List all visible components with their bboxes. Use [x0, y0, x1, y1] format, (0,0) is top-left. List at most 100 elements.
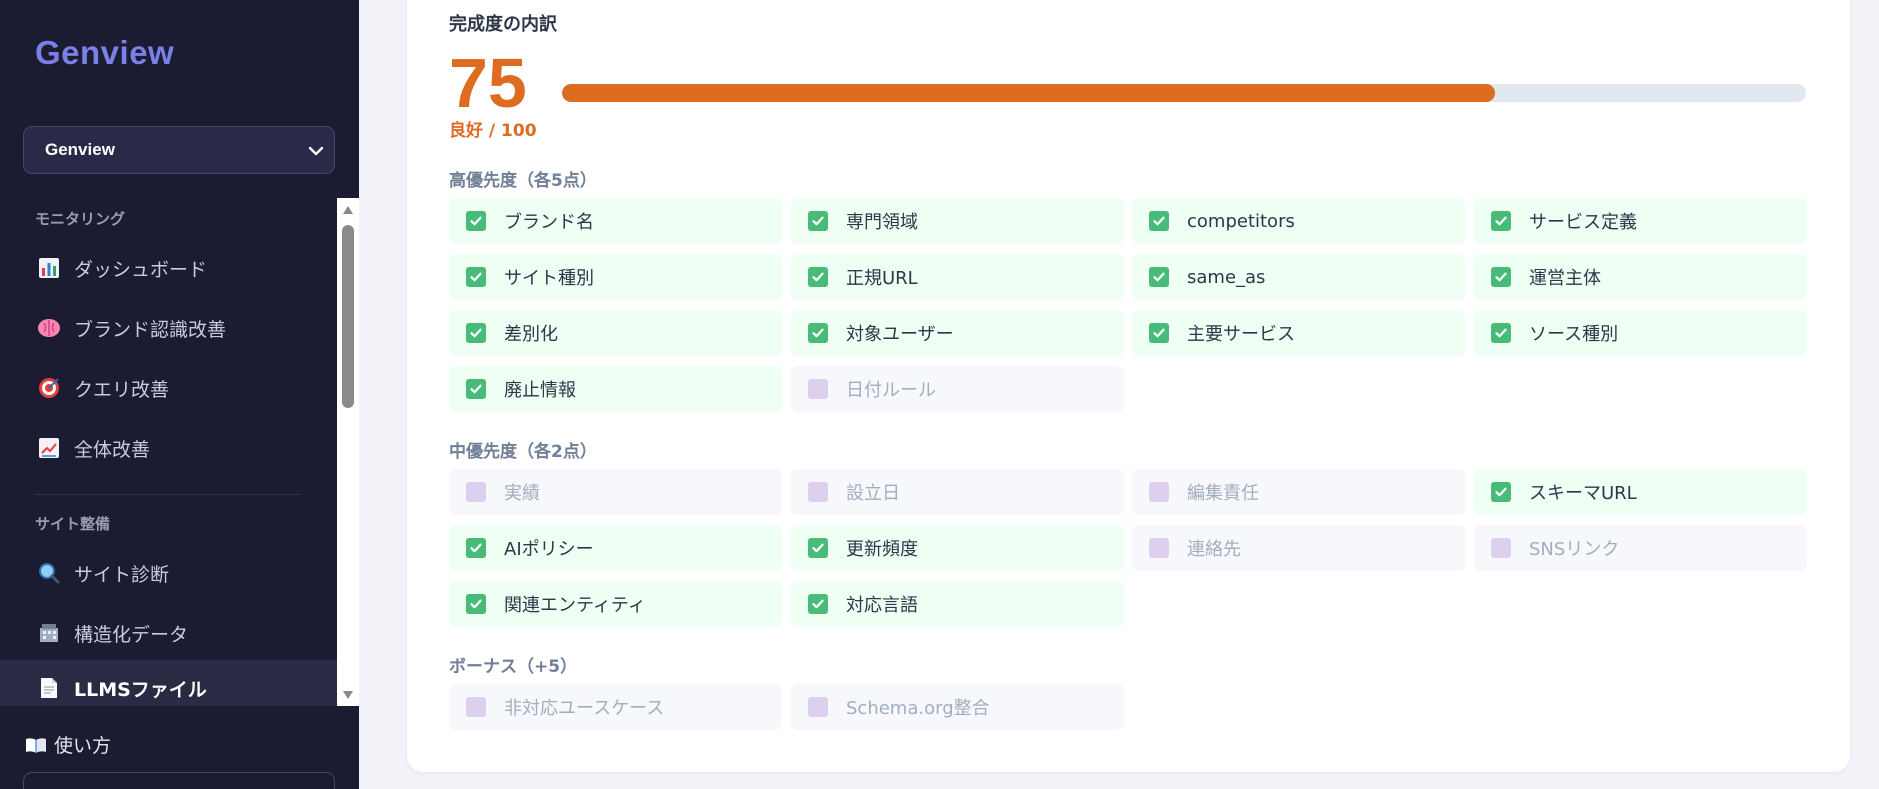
sidebar-item-label: ブランド認識改善 [74, 318, 227, 341]
target-icon [36, 375, 62, 401]
checklist-item[interactable]: SNSリンク [1474, 525, 1807, 571]
checklist-item[interactable]: 専門領域 [791, 198, 1124, 244]
checklist-item-label: 廃止情報 [504, 380, 576, 401]
checkbox-unchecked-icon[interactable] [466, 482, 486, 502]
checkbox-checked-icon[interactable] [1491, 267, 1511, 287]
checkbox-unchecked-icon[interactable] [808, 482, 828, 502]
nav-divider [35, 494, 300, 495]
checkbox-unchecked-icon[interactable] [466, 697, 486, 717]
checkbox-unchecked-icon[interactable] [1491, 538, 1511, 558]
checklist-item-label: 実績 [504, 483, 540, 504]
sidebar-item-overall[interactable]: 全体改善 [0, 420, 337, 476]
sidebar-item-llms-file[interactable]: LLMSファイル [0, 660, 337, 706]
bar-chart-icon [36, 255, 62, 281]
score-progress-fill [562, 84, 1495, 102]
checkbox-unchecked-icon[interactable] [808, 379, 828, 399]
checklist-item-label: 専門領域 [846, 212, 918, 233]
sidebar-item-site-diagnosis[interactable]: サイト診断 [0, 545, 337, 601]
howto-link[interactable]: 使い方 [24, 731, 111, 758]
checkbox-checked-icon[interactable] [466, 538, 486, 558]
sidebar-item-label: クエリ改善 [74, 378, 170, 401]
checklist-item-label: ソース種別 [1529, 324, 1619, 345]
section-label-site-setup: サイト整備 [35, 515, 111, 533]
scroll-down-arrow-icon[interactable] [342, 690, 354, 700]
magnifier-icon [36, 560, 62, 586]
sidebar-item-brand-recognition[interactable]: ブランド認識改善 [0, 300, 337, 356]
checkbox-checked-icon[interactable] [1149, 211, 1169, 231]
checkbox-checked-icon[interactable] [1149, 267, 1169, 287]
checklist-item[interactable]: 運営主体 [1474, 254, 1807, 300]
score-progress-bar [562, 84, 1806, 102]
checklist-item-label: AIポリシー [504, 539, 594, 560]
checklist-item-label: 非対応ユースケース [504, 698, 665, 719]
sidebar-item-label: LLMSファイル [74, 678, 207, 701]
sidebar-item-query[interactable]: クエリ改善 [0, 360, 337, 416]
checklist-item-label: 正規URL [846, 268, 918, 289]
sidebar: Genview Genview モニタリング ダッシュボード ブランド認識改善 … [0, 0, 359, 789]
section-label-monitoring: モニタリング [35, 210, 126, 228]
checkbox-checked-icon[interactable] [1491, 323, 1511, 343]
checkbox-unchecked-icon[interactable] [1149, 538, 1169, 558]
checkbox-checked-icon[interactable] [1491, 211, 1511, 231]
group-label: 中優先度（各2点） [449, 442, 597, 462]
scroll-up-arrow-icon[interactable] [342, 205, 354, 215]
sidebar-scrollbar[interactable] [337, 198, 359, 706]
sidebar-item-label: ダッシュボード [74, 258, 208, 281]
checklist-item[interactable]: 正規URL [791, 254, 1124, 300]
checklist-item-label: same_as [1187, 266, 1266, 288]
checklist-item[interactable]: competitors [1132, 198, 1465, 244]
checkbox-checked-icon[interactable] [808, 323, 828, 343]
checklist-item[interactable]: 編集責任 [1132, 469, 1465, 515]
checklist-item[interactable]: 更新頻度 [791, 525, 1124, 571]
scrollbar-thumb[interactable] [342, 225, 354, 408]
checklist-item[interactable]: 主要サービス [1132, 310, 1465, 356]
checklist-item[interactable]: 日付ルール [791, 366, 1124, 412]
checklist-item-label: 設立日 [846, 483, 900, 504]
checklist-item[interactable]: スキーマURL [1474, 469, 1807, 515]
brand-logo[interactable]: Genview [35, 34, 174, 72]
checklist-item-label: 対応言語 [846, 595, 918, 616]
checkbox-checked-icon[interactable] [808, 538, 828, 558]
checkbox-checked-icon[interactable] [466, 267, 486, 287]
checklist-item[interactable]: 非対応ユースケース [449, 684, 782, 730]
sidebar-item-structured-data[interactable]: 構造化データ [0, 605, 337, 661]
checklist-item[interactable]: ブランド名 [449, 198, 782, 244]
group-label: 高優先度（各5点） [449, 171, 597, 191]
checklist-item[interactable]: Schema.org整合 [791, 684, 1124, 730]
trending-up-icon [36, 435, 62, 461]
book-icon [24, 733, 48, 757]
checklist-item[interactable]: ソース種別 [1474, 310, 1807, 356]
checkbox-checked-icon[interactable] [808, 267, 828, 287]
checklist-item[interactable]: 連絡先 [1132, 525, 1465, 571]
checkbox-checked-icon[interactable] [808, 211, 828, 231]
checklist-item[interactable]: サービス定義 [1474, 198, 1807, 244]
site-selector[interactable]: Genview [23, 126, 335, 174]
checklist-item[interactable]: 関連エンティティ [449, 581, 782, 627]
site-selector-value: Genview [45, 140, 115, 159]
checklist-item[interactable]: 対応言語 [791, 581, 1124, 627]
checkbox-checked-icon[interactable] [1149, 323, 1169, 343]
checkbox-checked-icon[interactable] [808, 594, 828, 614]
checkbox-unchecked-icon[interactable] [808, 697, 828, 717]
checkbox-checked-icon[interactable] [466, 379, 486, 399]
checklist-item[interactable]: サイト種別 [449, 254, 782, 300]
checkbox-checked-icon[interactable] [1491, 482, 1511, 502]
checklist-item[interactable]: 廃止情報 [449, 366, 782, 412]
checklist-item-label: 日付ルール [846, 380, 936, 401]
checklist-item-label: 差別化 [504, 324, 558, 345]
checklist-item[interactable]: AIポリシー [449, 525, 782, 571]
checkbox-unchecked-icon[interactable] [1149, 482, 1169, 502]
checklist-item[interactable]: same_as [1132, 254, 1465, 300]
sidebar-bottom-control[interactable] [23, 772, 335, 789]
checklist-item-label: 主要サービス [1187, 324, 1295, 345]
checklist-item[interactable]: 実績 [449, 469, 782, 515]
checklist-item[interactable]: 差別化 [449, 310, 782, 356]
checkbox-checked-icon[interactable] [466, 594, 486, 614]
sidebar-item-dashboard[interactable]: ダッシュボード [0, 240, 337, 296]
checklist-item[interactable]: 設立日 [791, 469, 1124, 515]
checkbox-checked-icon[interactable] [466, 211, 486, 231]
checklist-item[interactable]: 対象ユーザー [791, 310, 1124, 356]
score-value: 75 [449, 44, 527, 122]
checklist-item-label: SNSリンク [1529, 539, 1620, 560]
checkbox-checked-icon[interactable] [466, 323, 486, 343]
